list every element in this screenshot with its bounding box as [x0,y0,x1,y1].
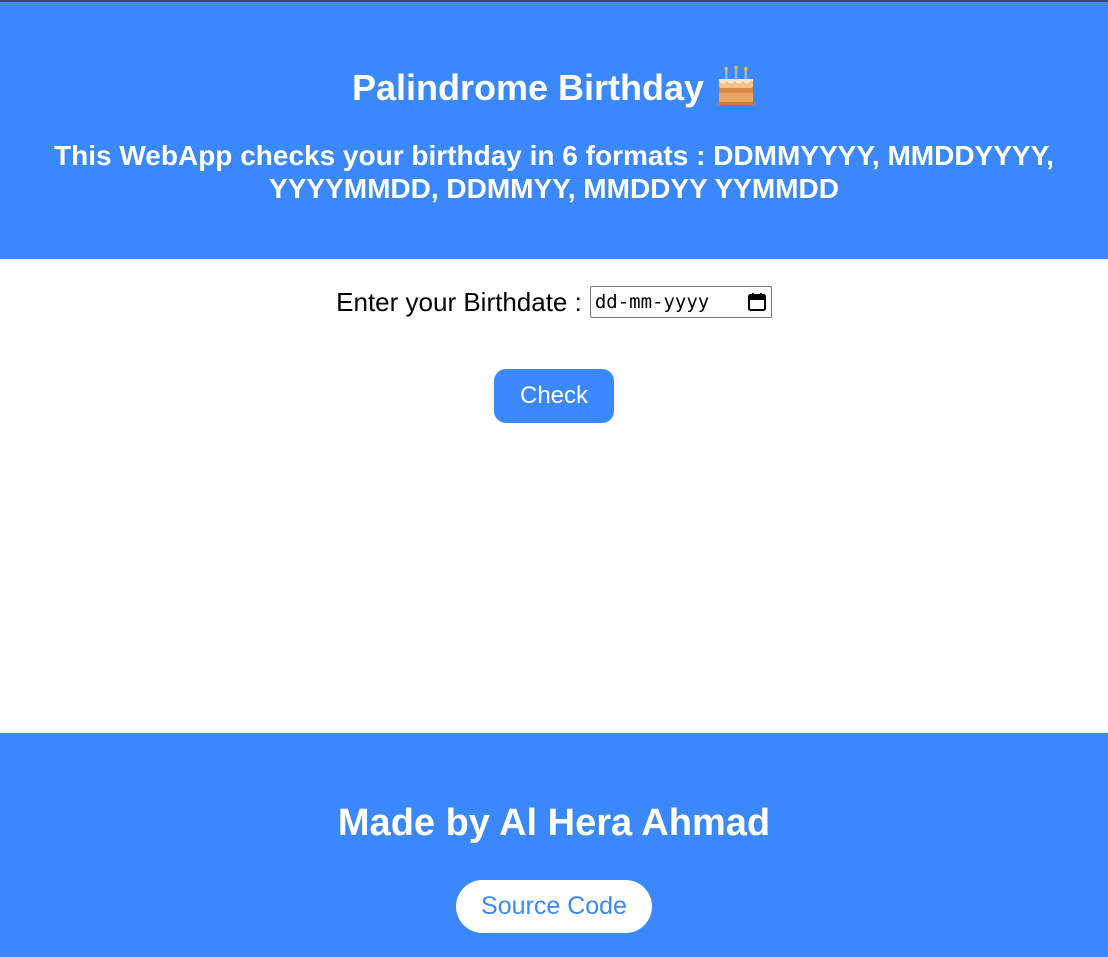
footer-credit: Made by Al Hera Ahmad [337,802,771,844]
birthdate-input[interactable]: dd-mm-yyyy [589,286,772,318]
header: Palindrome Birthday This WebApp checks y… [0,2,1108,259]
page-title: Palindrome Birthday [0,65,1108,108]
source-code-button[interactable]: Source Code [456,880,652,933]
page-subtitle: This WebApp checks your birthday in 6 fo… [54,140,1054,204]
main-content: Enter your Birthdate : dd-mm-yyyy Check [0,259,1108,733]
check-button[interactable]: Check [494,369,614,423]
footer: Made by Al Hera Ahmad Source Code [0,733,1108,957]
birthdate-placeholder: dd-mm-yyyy [594,291,710,313]
calendar-icon[interactable] [747,292,767,312]
page: Palindrome Birthday This WebApp checks y… [0,0,1108,957]
birthdate-label: Enter your Birthdate : [336,286,582,317]
birthdate-row: Enter your Birthdate : dd-mm-yyyy [0,285,1108,319]
page-title-text: Palindrome Birthday [351,67,705,108]
birthday-cake-icon [716,65,756,106]
